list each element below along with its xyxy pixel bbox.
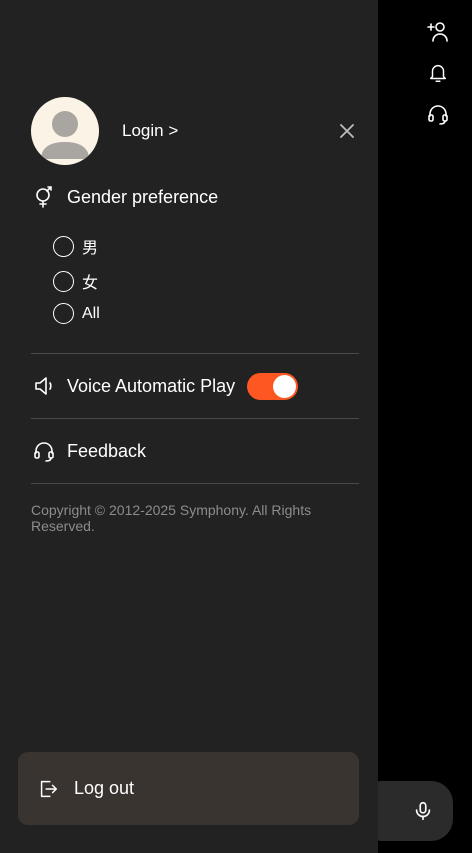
gender-preference-label: Gender preference	[67, 186, 219, 207]
gender-preference-heading: Gender preference	[31, 184, 218, 210]
logout-button[interactable]: Log out	[18, 752, 359, 825]
toggle-knob	[273, 375, 296, 398]
profile-section: Login >	[31, 97, 361, 165]
close-icon[interactable]	[337, 121, 357, 141]
voice-autoplay-toggle[interactable]	[247, 373, 298, 400]
headset-icon[interactable]	[424, 100, 452, 128]
gender-option-male[interactable]: 男	[53, 234, 98, 258]
radio-button[interactable]	[53, 235, 74, 257]
copyright-text: Copyright © 2012-2025 Symphony. All Righ…	[31, 502, 312, 534]
login-link[interactable]: Login >	[122, 121, 178, 141]
gender-option-label: 男	[82, 240, 99, 257]
feedback-item[interactable]: Feedback	[31, 438, 146, 464]
gender-option-label: All	[82, 304, 100, 322]
top-icon-bar	[424, 18, 452, 141]
microphone-icon[interactable]	[411, 799, 435, 823]
side-drawer: Login > Gender preference 男 女 All Voice …	[0, 0, 378, 853]
add-user-icon[interactable]	[424, 18, 452, 46]
voice-autoplay-row: Voice Automatic Play	[31, 373, 235, 399]
gender-icon	[31, 184, 57, 210]
gender-option-all[interactable]: All	[53, 303, 100, 324]
divider	[31, 353, 359, 354]
logout-label: Log out	[74, 778, 135, 798]
gender-option-female[interactable]: 女	[53, 269, 98, 293]
logout-icon	[36, 777, 60, 801]
radio-button[interactable]	[53, 270, 74, 292]
radio-button[interactable]	[53, 303, 74, 324]
headset-icon	[31, 438, 57, 464]
gender-option-label: 女	[82, 275, 99, 292]
voice-autoplay-label: Voice Automatic Play	[67, 375, 236, 396]
bell-icon[interactable]	[424, 59, 452, 87]
speaker-icon	[31, 373, 57, 399]
divider	[31, 483, 359, 484]
divider	[31, 418, 359, 419]
feedback-label: Feedback	[67, 440, 147, 461]
avatar[interactable]	[31, 97, 99, 165]
